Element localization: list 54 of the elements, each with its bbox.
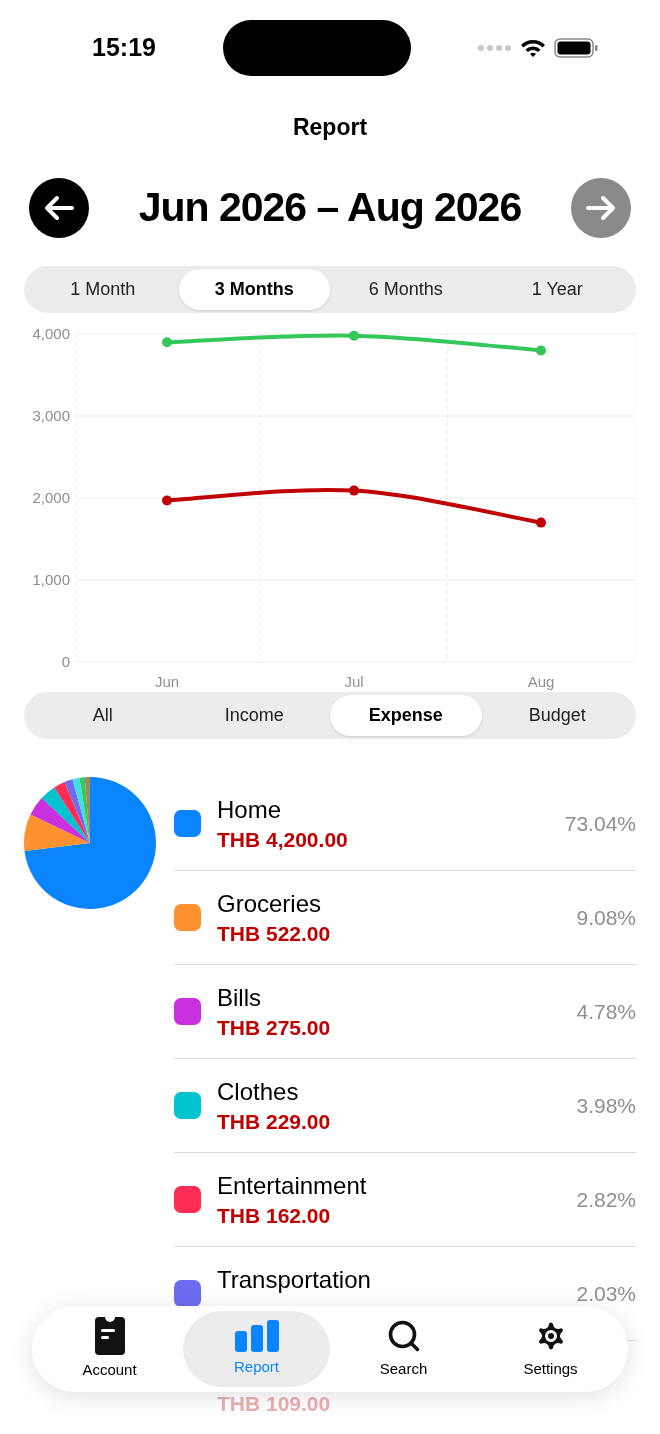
y-axis-label: 0	[61, 653, 70, 670]
segment-tab[interactable]: 1 Month	[27, 269, 179, 310]
category-percent: 4.78%	[576, 998, 636, 1025]
category-amount: THB 229.00	[217, 1108, 332, 1135]
segment-tab[interactable]: 1 Year	[481, 269, 633, 310]
clipboard-icon	[94, 1316, 125, 1355]
tab-bar-item[interactable]: Account	[36, 1311, 183, 1387]
segment-tab[interactable]: Budget	[481, 695, 633, 736]
category-amount: THB 109.00	[217, 1391, 332, 1417]
category-name: Home	[217, 794, 283, 825]
data-point	[536, 345, 546, 356]
y-axis-label: 3,000	[32, 407, 70, 424]
category-name: Entertainment	[217, 1170, 368, 1201]
category-name: Groceries	[217, 888, 323, 919]
y-axis-label: 4,000	[32, 325, 70, 342]
segment-tab[interactable]: Expense	[330, 695, 482, 736]
category-amount: THB 275.00	[217, 1014, 332, 1041]
tab-bar-item[interactable]: Settings	[477, 1311, 624, 1387]
x-axis-label: Aug	[527, 673, 555, 690]
category-percent: 2.03%	[576, 1280, 636, 1307]
y-axis-label: 1,000	[32, 571, 70, 588]
battery-icon	[554, 38, 598, 58]
previous-period-button[interactable]	[29, 178, 89, 238]
y-axis-label: 2,000	[32, 489, 70, 506]
period-label: Jun 2026 – Aug 2026	[138, 183, 522, 233]
category-amount: THB 4,200.00	[217, 826, 349, 853]
x-axis-label: Jun	[154, 673, 180, 690]
signal-icon	[478, 45, 512, 51]
data-point	[349, 330, 359, 341]
arrow-left-icon	[44, 195, 74, 221]
category-name: Clothes	[217, 1076, 300, 1107]
category-percent: 2.82%	[576, 1186, 636, 1213]
data-point	[162, 337, 172, 348]
segment-tab[interactable]: Income	[178, 695, 330, 736]
category-percent: 3.98%	[576, 1092, 636, 1119]
segment-tab[interactable]: All	[27, 695, 179, 736]
segment-tab[interactable]: 6 Months	[330, 269, 482, 310]
category-amount: THB 162.00	[217, 1202, 332, 1229]
category-name: Transportation	[217, 1264, 372, 1295]
category-name: Bills	[217, 982, 262, 1013]
wifi-icon	[520, 38, 546, 58]
segment-tab[interactable]: 3 Months	[178, 269, 330, 310]
category-percent: 73.04%	[564, 810, 636, 837]
data-point	[162, 495, 172, 506]
status-time: 15:19	[92, 32, 156, 64]
bar-chart-icon	[234, 1319, 279, 1352]
category-percent: 9.08%	[576, 904, 636, 931]
data-point	[536, 517, 546, 528]
data-point	[349, 485, 359, 496]
tab-bar-item[interactable]: Search	[330, 1311, 477, 1387]
category-amount: THB 522.00	[217, 920, 332, 947]
x-axis-label: Jul	[344, 673, 364, 690]
arrow-right-icon	[586, 195, 616, 221]
page-title: Report	[292, 112, 368, 142]
